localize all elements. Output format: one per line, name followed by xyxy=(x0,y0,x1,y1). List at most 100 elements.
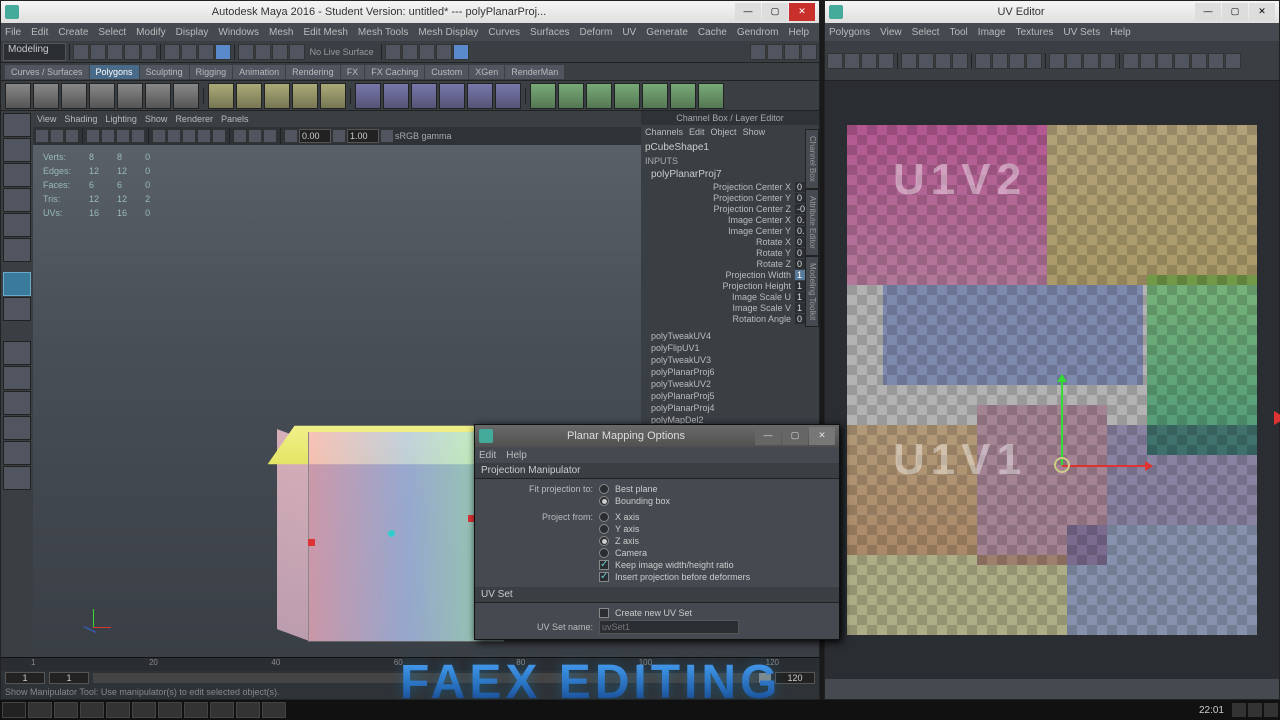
uv-menu-uvsets[interactable]: UV Sets xyxy=(1063,27,1100,38)
dialog-close-button[interactable]: ✕ xyxy=(809,427,835,445)
menu-modify[interactable]: Modify xyxy=(136,27,165,38)
uv-layout-icon[interactable] xyxy=(975,53,991,69)
keep-ratio-checkbox[interactable] xyxy=(599,560,609,570)
taskbar-app-icon[interactable] xyxy=(262,702,286,718)
uv-minimize-button[interactable]: — xyxy=(1195,3,1221,21)
tray-network-icon[interactable] xyxy=(1232,703,1246,717)
menu-display[interactable]: Display xyxy=(176,27,209,38)
vp-grid-icon[interactable] xyxy=(86,129,100,143)
history-node[interactable]: polyPlanarProj6 xyxy=(645,366,815,378)
dialog-menu-help[interactable]: Help xyxy=(506,450,527,461)
shelf-tab-renderman[interactable]: RenderMan xyxy=(505,65,564,79)
uv-image-icon[interactable] xyxy=(1157,53,1173,69)
maximize-button[interactable]: ▢ xyxy=(762,3,788,21)
channel-attr-row[interactable]: Rotation Angle 0 xyxy=(645,313,815,324)
project-camera-label[interactable]: Camera xyxy=(615,548,647,558)
textured-icon[interactable] xyxy=(801,44,817,60)
vp-shadows-icon[interactable] xyxy=(212,129,226,143)
offset-edge-icon[interactable] xyxy=(614,83,640,109)
vp-menu-panels[interactable]: Panels xyxy=(221,114,249,124)
vp-gatemask-icon[interactable] xyxy=(131,129,145,143)
project-y-label[interactable]: Y axis xyxy=(615,524,639,534)
collapse-icon[interactable] xyxy=(495,83,521,109)
history-node[interactable]: polyTweakUV4 xyxy=(645,330,815,342)
uv-align-v-icon[interactable] xyxy=(1066,53,1082,69)
history-node[interactable]: polyTweakUV2 xyxy=(645,378,815,390)
new-scene-icon[interactable] xyxy=(73,44,89,60)
rotate-tool-icon[interactable] xyxy=(3,213,31,237)
combine-icon[interactable] xyxy=(208,83,234,109)
tray-volume-icon[interactable] xyxy=(1248,703,1262,717)
scale-tool-icon[interactable] xyxy=(3,238,31,262)
shelf-tab-custom[interactable]: Custom xyxy=(425,65,468,79)
uv-grid-icon[interactable] xyxy=(992,53,1008,69)
outliner-view-icon[interactable] xyxy=(3,391,31,415)
paint-tool-icon[interactable] xyxy=(3,163,31,187)
vp-menu-view[interactable]: View xyxy=(37,114,56,124)
ipr-icon[interactable] xyxy=(419,44,435,60)
taskbar-ai-icon[interactable] xyxy=(106,702,130,718)
gizmo-x-axis-icon[interactable] xyxy=(1062,465,1152,467)
plane-primitive-icon[interactable] xyxy=(117,83,143,109)
menu-file[interactable]: File xyxy=(5,27,21,38)
uv-sew-icon[interactable] xyxy=(918,53,934,69)
render-settings-icon[interactable] xyxy=(436,44,452,60)
gizmo-y-axis-icon[interactable] xyxy=(1061,375,1063,465)
lasso-tool-icon[interactable] xyxy=(3,138,31,162)
taskbar-ae-icon[interactable] xyxy=(80,702,104,718)
vp-menu-renderer[interactable]: Renderer xyxy=(175,114,213,124)
ch-menu-object[interactable]: Object xyxy=(711,127,737,137)
project-camera-radio[interactable] xyxy=(599,548,609,558)
start-button-icon[interactable] xyxy=(2,702,26,718)
menu-create[interactable]: Create xyxy=(58,27,88,38)
separate-icon[interactable] xyxy=(236,83,262,109)
pyramid-primitive-icon[interactable] xyxy=(173,83,199,109)
manipulator-handle-red2[interactable] xyxy=(308,539,315,546)
snap-curve-icon[interactable] xyxy=(238,44,254,60)
taskbar-obs-icon[interactable] xyxy=(184,702,208,718)
uv-relax-icon[interactable] xyxy=(1026,53,1042,69)
xray-icon[interactable] xyxy=(750,44,766,60)
shelf-tab-xgen[interactable]: XGen xyxy=(469,65,504,79)
menu-gendrom[interactable]: Gendrom xyxy=(737,27,779,38)
snap-live-icon[interactable] xyxy=(289,44,305,60)
sphere-primitive-icon[interactable] xyxy=(5,83,31,109)
uv-shaded-icon[interactable] xyxy=(1174,53,1190,69)
taskbar-pr-icon[interactable] xyxy=(158,702,182,718)
gizmo-center-icon[interactable] xyxy=(1054,457,1070,473)
vp-menu-shading[interactable]: Shading xyxy=(64,114,97,124)
quad-draw-icon[interactable] xyxy=(698,83,724,109)
uv-dim-icon[interactable] xyxy=(1123,53,1139,69)
undo-icon[interactable] xyxy=(124,44,140,60)
show-manipulator-tool-icon[interactable] xyxy=(3,272,31,296)
fit-bestplane-radio[interactable] xyxy=(599,484,609,494)
channel-attr-row[interactable]: Image Scale V 1 xyxy=(645,302,815,313)
uv-gear-icon[interactable] xyxy=(1225,53,1241,69)
shelf-tab-fx[interactable]: FX xyxy=(341,65,365,79)
shelf-tab-sculpting[interactable]: Sculpting xyxy=(140,65,189,79)
input-node-name[interactable]: polyPlanarProj7 xyxy=(645,168,815,181)
project-x-radio[interactable] xyxy=(599,512,609,522)
uv-menu-image[interactable]: Image xyxy=(978,27,1006,38)
uv-menu-polygons[interactable]: Polygons xyxy=(829,27,870,38)
ch-menu-show[interactable]: Show xyxy=(743,127,766,137)
vp-filmgate-icon[interactable] xyxy=(101,129,115,143)
history-node[interactable]: polyPlanarProj5 xyxy=(645,390,815,402)
vp-gamma-input[interactable] xyxy=(347,129,379,143)
shelf-tab-animation[interactable]: Animation xyxy=(233,65,285,79)
uv-movesew-icon[interactable] xyxy=(952,53,968,69)
bridge-icon[interactable] xyxy=(411,83,437,109)
shaded-icon[interactable] xyxy=(784,44,800,60)
keep-ratio-label[interactable]: Keep image width/height ratio xyxy=(615,560,734,570)
close-button[interactable]: ✕ xyxy=(789,3,815,21)
vp-exposure-input[interactable] xyxy=(299,129,331,143)
uv-unfold-icon[interactable] xyxy=(1009,53,1025,69)
menu-editmesh[interactable]: Edit Mesh xyxy=(303,27,347,38)
menu-meshtools[interactable]: Mesh Tools xyxy=(358,27,408,38)
anim-start-input[interactable] xyxy=(5,672,45,684)
uv-flip-u-icon[interactable] xyxy=(827,53,843,69)
sculpt-icon[interactable] xyxy=(670,83,696,109)
dialog-maximize-button[interactable]: ▢ xyxy=(782,427,808,445)
uv-distortion-icon[interactable] xyxy=(1208,53,1224,69)
insert-edge-icon[interactable] xyxy=(586,83,612,109)
